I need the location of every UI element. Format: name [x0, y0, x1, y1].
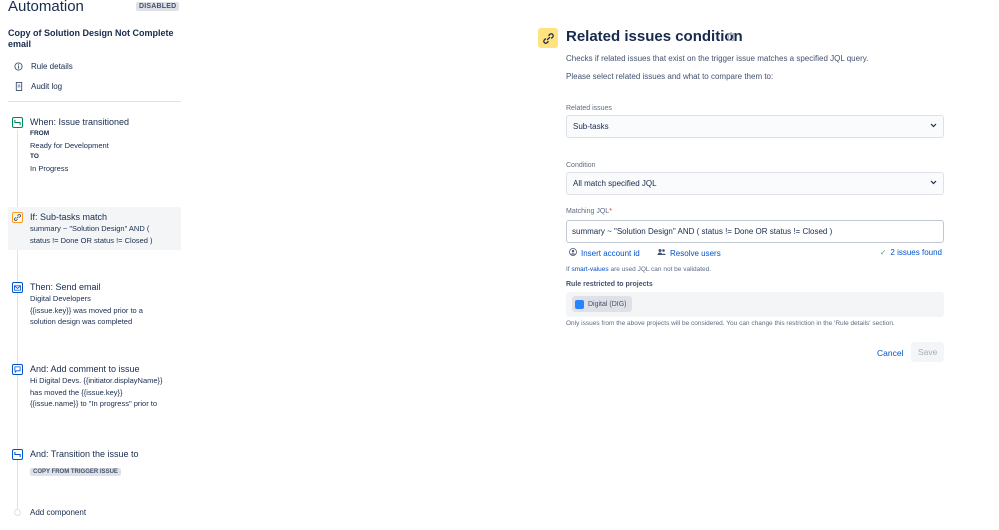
- project-avatar-icon: [575, 299, 584, 309]
- add-component-label: Add component: [30, 508, 87, 517]
- status-badge: DISABLED: [136, 2, 180, 11]
- add-component-button[interactable]: Add component: [14, 508, 86, 517]
- condition-value: All match specified JQL: [573, 179, 657, 188]
- condition-label: Condition: [566, 162, 596, 169]
- step-trigger-to-label: TO: [30, 153, 39, 160]
- step-email-line1: Digital Developers: [30, 294, 91, 303]
- cancel-button[interactable]: Cancel: [871, 344, 909, 362]
- project-chip-label: Digital (DIG): [588, 300, 627, 308]
- nav-audit-log-label: Audit log: [31, 82, 63, 91]
- step-email-line2: {{issue.key}} was moved prior to a: [30, 305, 143, 315]
- related-issues-label: Related issues: [566, 105, 612, 112]
- step-condition-line1: summary ~ "Solution Design" AND (: [30, 224, 150, 233]
- condition-label-text: Condition: [566, 162, 596, 169]
- step-comment-title: And: Add comment to issue: [30, 364, 140, 374]
- page-title: Automation: [8, 0, 84, 15]
- add-component-dot-icon: [14, 509, 21, 516]
- project-chip: Digital (DIG): [572, 296, 632, 312]
- panel-description: Checks if related issues that exist on t…: [566, 54, 869, 63]
- matching-jql-label: Matching JQL*: [566, 208, 612, 215]
- restriction-note: Only issues from the above projects will…: [566, 320, 895, 327]
- step-comment-line2: has moved the {{issue.key}}: [30, 387, 123, 397]
- step-transition-title: And: Transition the issue to: [30, 449, 139, 459]
- condition-select[interactable]: All match specified JQL: [566, 172, 944, 195]
- panel-title: Related issues condition: [566, 28, 743, 45]
- smart-values-note: If smart-values are used JQL can not be …: [566, 266, 711, 273]
- trash-icon[interactable]: [727, 32, 735, 43]
- step-add-comment[interactable]: And: Add comment to issue Hi Digital Dev…: [8, 363, 181, 410]
- required-marker: *: [609, 208, 612, 215]
- panel-instruction: Please select related issues and what to…: [566, 72, 774, 81]
- link-icon: [538, 28, 558, 48]
- info-icon: [14, 62, 23, 71]
- step-email-title: Then: Send email: [30, 282, 101, 292]
- rule-sidebar: Automation DISABLED Copy of Solution Des…: [0, 0, 190, 530]
- users-icon: [657, 248, 666, 258]
- note-prefix: If: [566, 266, 570, 273]
- insert-account-id-link[interactable]: Insert account id: [569, 248, 640, 258]
- step-condition-line2: status != Done OR status != Closed ): [30, 235, 153, 245]
- step-condition-title: If: Sub-tasks match: [30, 212, 108, 222]
- save-button[interactable]: Save: [911, 342, 945, 362]
- divider: [8, 101, 181, 102]
- user-icon: [569, 248, 577, 258]
- resolve-users-link[interactable]: Resolve users: [657, 248, 721, 258]
- step-trigger[interactable]: When: Issue transitioned FROM Ready for …: [8, 116, 181, 174]
- link-icon: [12, 212, 23, 223]
- nav-rule-details-label: Rule details: [31, 62, 73, 71]
- resolve-users-label: Resolve users: [670, 248, 721, 258]
- chevron-down-icon: [930, 123, 937, 130]
- document-icon: [14, 82, 23, 91]
- jql-input[interactable]: summary ~ "Solution Design" AND ( status…: [566, 220, 944, 243]
- transition-icon: [12, 117, 23, 128]
- comment-icon: [12, 364, 23, 375]
- nav-audit-log[interactable]: Audit log: [14, 82, 62, 91]
- step-comment-line3: {{issue.name}} to "In progress" prior to: [30, 399, 158, 408]
- step-trigger-to-value: In Progress: [30, 163, 69, 173]
- related-issues-value: Sub-tasks: [573, 122, 609, 131]
- note-suffix: are used JQL can not be validated.: [610, 266, 712, 273]
- step-comment-line1: Hi Digital Devs. {{initiator.displayName…: [30, 376, 163, 385]
- smart-values-link[interactable]: smart-values: [571, 266, 608, 273]
- nav-rule-details[interactable]: Rule details: [14, 62, 73, 71]
- mail-icon: [12, 282, 23, 293]
- step-transition[interactable]: And: Transition the issue to COPY FROM T…: [8, 448, 181, 478]
- check-icon: ✓: [879, 248, 887, 257]
- step-trigger-from-label: FROM: [30, 130, 50, 137]
- chevron-down-icon: [930, 180, 937, 187]
- matching-jql-label-text: Matching JQL: [566, 208, 610, 215]
- step-send-email[interactable]: Then: Send email Digital Developers {{is…: [8, 281, 181, 328]
- transition-icon: [12, 449, 23, 460]
- rule-name: Copy of Solution Design Not Complete ema…: [8, 28, 174, 49]
- copy-from-trigger-badge: COPY FROM TRIGGER ISSUE: [30, 468, 121, 476]
- step-condition[interactable]: If: Sub-tasks match summary ~ "Solution …: [8, 207, 181, 250]
- step-trigger-from-value: Ready for Development: [30, 140, 109, 150]
- issues-found-link[interactable]: ✓ 2 issues found: [880, 248, 942, 257]
- step-email-line3: solution design was completed: [30, 317, 133, 326]
- step-trigger-title: When: Issue transitioned: [30, 117, 130, 127]
- insert-account-id-label: Insert account id: [581, 248, 640, 258]
- projects-box: Digital (DIG): [566, 292, 944, 317]
- issues-found-label: 2 issues found: [890, 248, 942, 257]
- related-issues-select[interactable]: Sub-tasks: [566, 115, 944, 138]
- restricted-projects-label: Rule restricted to projects: [566, 281, 653, 288]
